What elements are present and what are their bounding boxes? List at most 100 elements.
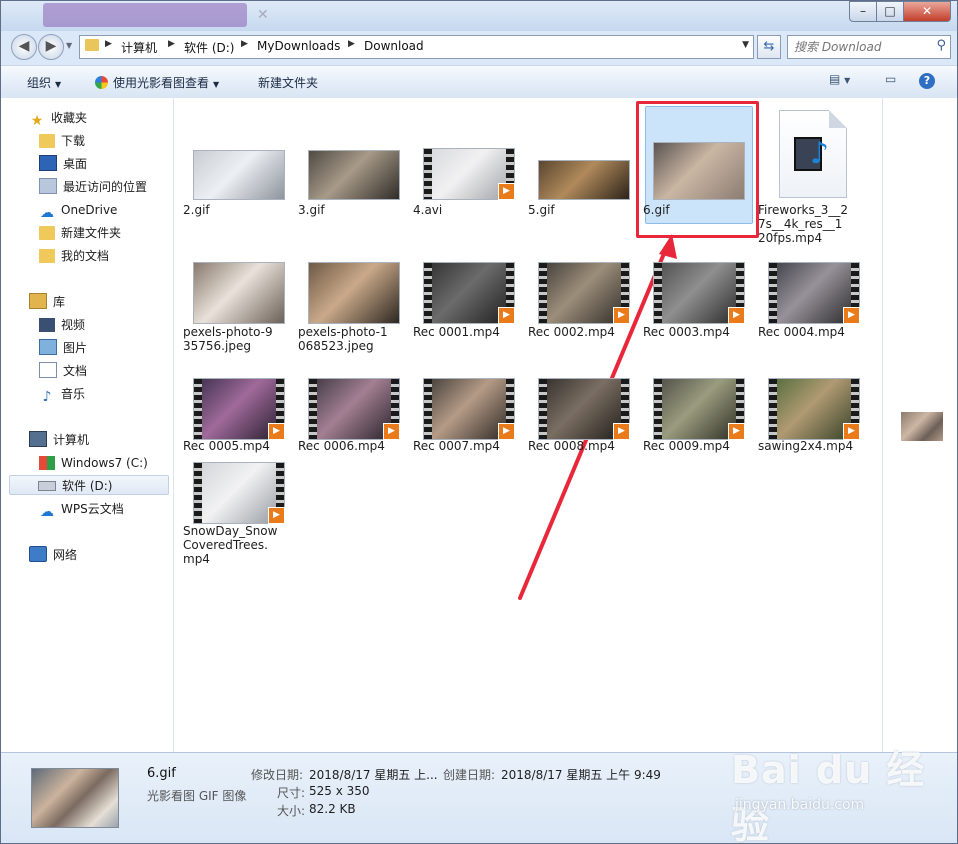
page-fold-icon: [829, 110, 847, 128]
breadcrumb-separator-icon[interactable]: ▶: [241, 39, 248, 49]
file-name-line: 35756.jpeg: [183, 339, 251, 353]
recent-places-icon: [39, 178, 57, 194]
video-thumbnail: ▶: [193, 378, 285, 440]
change-view-button[interactable]: ▤ ▼: [829, 72, 850, 90]
sidebar-item-drive-d[interactable]: 软件 (D:): [9, 475, 169, 495]
drive-icon: [38, 481, 56, 491]
file-name-label: 4.avi: [413, 203, 443, 217]
breadcrumb-mydownloads[interactable]: MyDownloads: [257, 39, 340, 53]
sidebar-item-documents[interactable]: 文档: [39, 361, 87, 381]
file-name-label: sawing2x4.mp4: [758, 439, 854, 453]
sidebar-item-new-folder[interactable]: 新建文件夹: [39, 223, 121, 243]
breadcrumb-computer[interactable]: 计算机: [121, 39, 157, 56]
sidebar-item-onedrive[interactable]: ☁ OneDrive: [39, 200, 117, 220]
folder-icon: [85, 39, 99, 51]
new-folder-button[interactable]: 新建文件夹: [258, 74, 318, 91]
minimize-button[interactable]: –: [849, 1, 877, 22]
sidebar-item-label: 网络: [53, 548, 78, 562]
organize-button[interactable]: 组织 ▼: [27, 74, 61, 91]
video-thumbnail: ▶: [423, 262, 515, 324]
recent-pages-dropdown-icon[interactable]: ▼: [66, 41, 72, 50]
film-strip-left: [194, 379, 202, 439]
refresh-button[interactable]: ⇆: [757, 35, 781, 59]
sidebar-item-label: WPS云文档: [61, 502, 124, 516]
sidebar-item-drive-c[interactable]: Windows7 (C:): [39, 453, 148, 473]
play-icon: ▶: [498, 423, 515, 440]
sidebar-item-downloads[interactable]: 下载: [39, 131, 85, 151]
refresh-icon: ⇆: [763, 39, 775, 54]
image-thumbnail: [308, 262, 400, 324]
sidebar-item-desktop[interactable]: 桌面: [39, 154, 87, 174]
sidebar-item-label: 下载: [61, 134, 86, 148]
sidebar-item-music[interactable]: ♪ 音乐: [39, 384, 85, 404]
breadcrumb-drive-d[interactable]: 软件 (D:): [184, 39, 234, 56]
sidebar-computer[interactable]: 计算机: [29, 430, 89, 450]
film-strip-left: [539, 379, 547, 439]
preview-pane-button[interactable]: ▭: [885, 72, 896, 90]
image-thumbnail: [193, 150, 285, 200]
sidebar-item-label: 计算机: [53, 433, 90, 447]
file-name-label: Rec 0001.mp4: [413, 325, 500, 339]
film-strip-left: [424, 149, 432, 199]
watermark-brand: Bai du 经验: [731, 748, 926, 844]
film-strip-left: [424, 379, 432, 439]
network-icon: [29, 546, 47, 562]
sidebar-item-label: 软件 (D:): [62, 479, 113, 493]
address-dropdown-icon[interactable]: ▼: [742, 40, 749, 50]
sidebar-libraries[interactable]: 库: [29, 292, 65, 312]
help-button[interactable]: ?: [919, 73, 935, 89]
search-box[interactable]: ⚲: [787, 35, 951, 59]
file-name-line: pexels-photo-1: [298, 325, 388, 339]
sidebar-item-label: 库: [53, 295, 66, 309]
video-thumbnail: ▶: [538, 378, 630, 440]
image-thumbnail: [193, 262, 285, 324]
close-button[interactable]: ✕: [903, 1, 951, 22]
chevron-down-icon: ▼: [55, 80, 62, 89]
back-button[interactable]: ◀: [11, 34, 37, 60]
sidebar-item-label: 文档: [63, 364, 88, 378]
sidebar-item-label: 收藏夹: [51, 111, 88, 125]
film-strip-left: [539, 263, 547, 323]
sidebar-item-my-documents[interactable]: 我的文档: [39, 246, 109, 266]
play-icon: ▶: [613, 307, 630, 324]
file-name-label: 2.gif: [183, 203, 210, 217]
video-thumbnail: ▶: [193, 462, 285, 524]
details-file-type: 光影看图 GIF 图像: [147, 789, 247, 803]
forward-button[interactable]: ▶: [38, 34, 64, 60]
play-icon: ▶: [268, 423, 285, 440]
address-bar[interactable]: ▶ 计算机 ▶ 软件 (D:) ▶ MyDownloads ▶ Download…: [79, 35, 754, 59]
help-icon: ?: [923, 74, 931, 87]
file-name-label: SnowDay_Snow CoveredTrees. mp4: [183, 524, 293, 566]
open-with-button[interactable]: 使用光影看图查看 ▼: [95, 74, 219, 91]
modified-label: 修改日期:: [251, 768, 304, 782]
search-input[interactable]: [792, 38, 930, 56]
title-bar: ✕ – □ ✕: [1, 1, 957, 31]
play-icon: ▶: [498, 307, 515, 324]
search-icon[interactable]: ⚲: [936, 38, 946, 53]
cloud-icon: ☁: [40, 504, 54, 520]
sidebar-item-wps-cloud[interactable]: ☁ WPS云文档: [39, 499, 124, 519]
breadcrumb-separator-icon[interactable]: ▶: [348, 39, 355, 49]
sidebar-item-label: OneDrive: [61, 203, 118, 217]
picture-library-icon: [39, 339, 57, 355]
file-name-line: Fireworks_3__2: [758, 203, 848, 217]
sidebar-item-pictures[interactable]: 图片: [39, 338, 87, 358]
file-name-line: 20fps.mp4: [758, 231, 823, 245]
file-size-value: 82.2 KB: [309, 802, 356, 816]
details-file-name: 6.gif: [147, 766, 176, 781]
sidebar-network[interactable]: 网络: [29, 545, 77, 565]
breadcrumb-separator-icon[interactable]: ▶: [168, 39, 175, 49]
file-name-label: Rec 0008.mp4: [528, 439, 615, 453]
maximize-button[interactable]: □: [876, 1, 904, 22]
sidebar-item-label: Windows7 (C:): [61, 456, 148, 470]
image-thumbnail: [538, 160, 630, 200]
sidebar-item-label: 视频: [61, 318, 86, 332]
play-icon: ▶: [383, 423, 400, 440]
created-label: 创建日期:: [443, 768, 496, 782]
file-name-label: Rec 0009.mp4: [643, 439, 730, 453]
breadcrumb-download[interactable]: Download: [364, 39, 424, 53]
breadcrumb-separator-icon[interactable]: ▶: [105, 39, 112, 49]
sidebar-item-recent[interactable]: 最近访问的位置: [39, 177, 147, 197]
sidebar-favorites[interactable]: ★ 收藏夹: [29, 108, 87, 128]
sidebar-item-videos[interactable]: 视频: [39, 315, 85, 335]
